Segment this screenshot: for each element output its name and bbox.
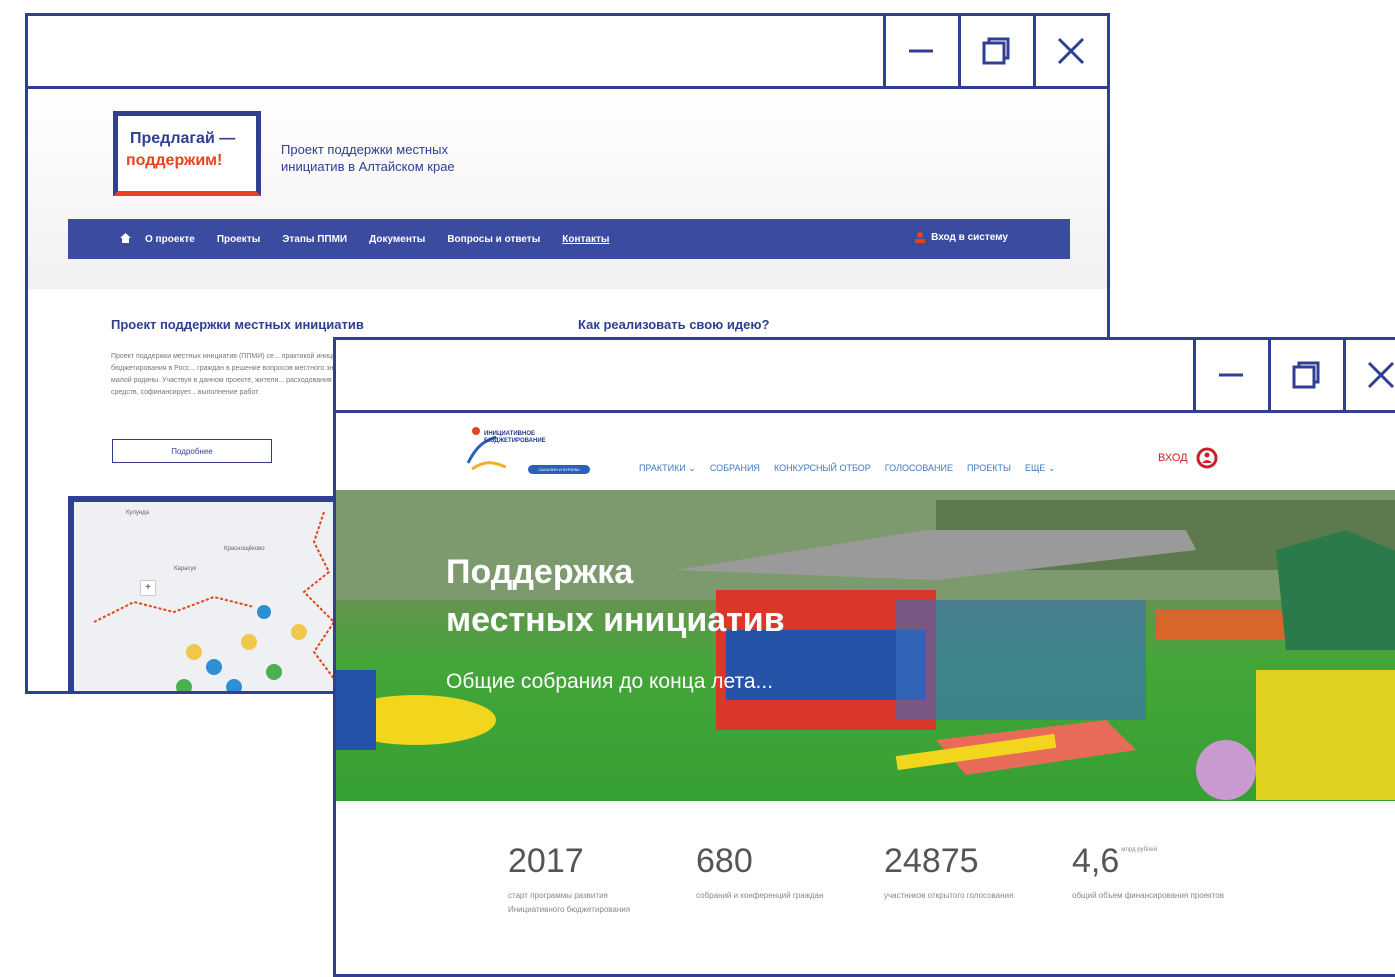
user-icon: [915, 232, 926, 243]
site-header: Предлагай — поддержим! Проект поддержки …: [28, 89, 1107, 289]
maximize-button[interactable]: [1268, 340, 1341, 410]
site-logo[interactable]: Предлагай — поддержим!: [113, 111, 261, 196]
browser-window-sakhalin: ИНИЦИАТИВНОЕ БЮДЖЕТИРОВАНИЕ САХАЛИН И КУ…: [333, 337, 1395, 977]
tagline-line2: инициатив в Алтайском крае: [281, 159, 455, 174]
nav-item-faq[interactable]: Вопросы и ответы: [447, 234, 540, 245]
stat-label: старт программы развития Инициативного б…: [508, 891, 631, 914]
nav-item-about[interactable]: О проекте: [145, 234, 195, 245]
hero-banner: Поддержка местных инициатив Общие собран…: [336, 490, 1395, 801]
close-button[interactable]: [1033, 16, 1106, 86]
login-link[interactable]: ВХОД: [1158, 447, 1218, 469]
stat-item: 24875 участников открытого голосования: [884, 841, 1034, 903]
more-button[interactable]: Подробнее: [112, 439, 272, 463]
nav-item-projects[interactable]: ПРОЕКТЫ: [967, 463, 1011, 474]
logo-text-line2: БЮДЖЕТИРОВАНИЕ: [484, 438, 546, 444]
project-map[interactable]: Кулунда Краснощёково Карасук +: [68, 496, 374, 691]
main-nav: ПРАКТИКИ ⌄ СОБРАНИЯ КОНКУРСНЫЙ ОТБОР ГОЛ…: [639, 463, 1055, 474]
site-logo[interactable]: ИНИЦИАТИВНОЕ БЮДЖЕТИРОВАНИЕ САХАЛИН И КУ…: [466, 423, 596, 483]
close-button[interactable]: [1343, 340, 1395, 410]
nav-item-projects[interactable]: Проекты: [217, 234, 260, 245]
login-icon: [1196, 447, 1218, 469]
nav-item-more[interactable]: ЕЩЕ ⌄: [1025, 463, 1056, 474]
logo-text-line1: ИНИЦИАТИВНОЕ: [484, 431, 535, 437]
tagline-line1: Проект поддержки местных: [281, 142, 448, 157]
page-content: ИНИЦИАТИВНОЕ БЮДЖЕТИРОВАНИЕ САХАЛИН И КУ…: [336, 413, 1395, 974]
stat-item: 680 собраний и конференций граждан: [696, 841, 846, 903]
hero-title-line1: Поддержка: [446, 553, 634, 591]
logo-text: ИНИЦИАТИВНОЕ БЮДЖЕТИРОВАНИЕ: [484, 431, 546, 445]
section-heading-project: Проект поддержки местных инициатив: [111, 317, 364, 332]
stat-value: 24875: [884, 842, 979, 880]
nav-item-competition[interactable]: КОНКУРСНЫЙ ОТБОР: [774, 463, 871, 474]
close-icon: [1367, 361, 1395, 389]
stat-label: общий объем финансирования проектов: [1072, 891, 1225, 900]
restore-icon: [1292, 361, 1320, 389]
stat-value: 2017: [508, 842, 584, 880]
stats-section: 2017 старт программы развития Инициативн…: [336, 801, 1395, 974]
stat-item: 4,6 млрд рублей общий объем финансировани…: [1072, 841, 1252, 903]
logo-region-pill: САХАЛИН И КУРИЛЫ: [528, 465, 590, 474]
hero-subtitle: Общие собрания до конца лета...: [446, 670, 774, 693]
nav-item-meetings[interactable]: СОБРАНИЯ: [710, 463, 760, 474]
restore-icon: [982, 37, 1010, 65]
stat-label: участников открытого голосования: [884, 891, 1014, 900]
hero-playground-image: [336, 490, 1395, 800]
stat-item: 2017 старт программы развития Инициативн…: [508, 841, 658, 917]
stat-label: собраний и конференций граждан: [696, 891, 824, 900]
hero-title: Поддержка местных инициатив: [446, 548, 785, 644]
site-tagline: Проект поддержки местных инициатив в Алт…: [281, 141, 541, 175]
stat-value: 680: [696, 842, 753, 880]
login-label: Вход в систему: [931, 232, 1008, 243]
section-heading-idea: Как реализовать свою идею?: [578, 317, 770, 332]
nav-item-contacts[interactable]: Контакты: [562, 234, 609, 245]
hero-title-line2: местных инициатив: [446, 601, 785, 639]
maximize-button[interactable]: [958, 16, 1031, 86]
minimize-button[interactable]: [1193, 340, 1266, 410]
minimize-icon: [909, 49, 933, 53]
map-region-overlay: [93, 511, 345, 691]
main-nav: О проекте Проекты Этапы ППМИ Документы В…: [68, 219, 1070, 259]
logo-line1: Предлагай —: [130, 130, 236, 147]
nav-item-stages[interactable]: Этапы ППМИ: [282, 234, 347, 245]
stat-value-wrap: 4,6 млрд рублей: [1072, 841, 1252, 881]
logo-line2: поддержим!: [126, 152, 223, 169]
nav-item-documents[interactable]: Документы: [369, 234, 425, 245]
window-titlebar: [336, 340, 1395, 413]
stat-unit: млрд рублей: [1121, 847, 1157, 853]
login-label: ВХОД: [1158, 452, 1188, 464]
login-link[interactable]: Вход в систему: [915, 232, 1008, 243]
minimize-icon: [1219, 373, 1243, 377]
home-icon[interactable]: [120, 230, 131, 248]
window-titlebar: [28, 16, 1107, 89]
nav-item-voting[interactable]: ГОЛОСОВАНИЕ: [885, 463, 953, 474]
minimize-button[interactable]: [883, 16, 956, 86]
nav-item-practices[interactable]: ПРАКТИКИ ⌄: [639, 463, 696, 474]
project-description: Проект поддержки местных инициатив (ППМИ…: [111, 353, 371, 396]
close-icon: [1057, 37, 1085, 65]
stat-value: 4,6: [1072, 842, 1120, 880]
